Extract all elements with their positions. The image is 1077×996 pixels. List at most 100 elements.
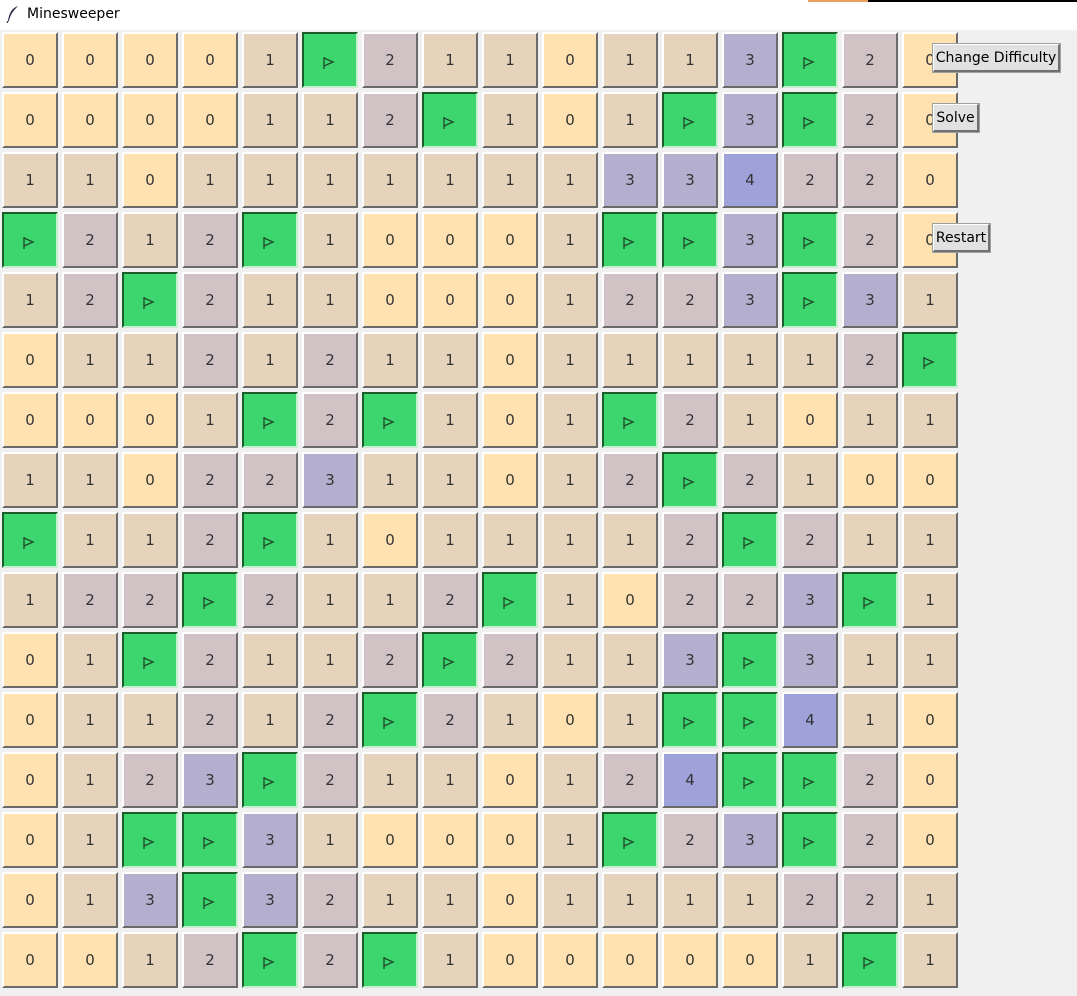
flagged-cell[interactable] xyxy=(2,512,58,568)
flagged-cell[interactable] xyxy=(122,812,178,868)
revealed-cell[interactable]: 2 xyxy=(122,752,178,808)
revealed-cell[interactable]: 2 xyxy=(62,572,118,628)
revealed-cell[interactable]: 2 xyxy=(662,512,718,568)
flagged-cell[interactable] xyxy=(182,812,238,868)
revealed-cell[interactable]: 0 xyxy=(482,332,538,388)
revealed-cell[interactable]: 1 xyxy=(902,272,958,328)
revealed-cell[interactable]: 0 xyxy=(122,152,178,208)
revealed-cell[interactable]: 1 xyxy=(602,92,658,148)
revealed-cell[interactable]: 0 xyxy=(482,392,538,448)
revealed-cell[interactable]: 1 xyxy=(302,272,358,328)
revealed-cell[interactable]: 1 xyxy=(902,572,958,628)
revealed-cell[interactable]: 1 xyxy=(482,152,538,208)
revealed-cell[interactable]: 1 xyxy=(62,632,118,688)
revealed-cell[interactable]: 1 xyxy=(602,632,658,688)
revealed-cell[interactable]: 2 xyxy=(242,452,298,508)
flagged-cell[interactable] xyxy=(242,512,298,568)
revealed-cell[interactable]: 2 xyxy=(662,572,718,628)
revealed-cell[interactable]: 1 xyxy=(782,932,838,988)
revealed-cell[interactable]: 1 xyxy=(242,632,298,688)
revealed-cell[interactable]: 2 xyxy=(662,392,718,448)
revealed-cell[interactable]: 1 xyxy=(422,392,478,448)
revealed-cell[interactable]: 1 xyxy=(542,572,598,628)
revealed-cell[interactable]: 1 xyxy=(122,212,178,268)
revealed-cell[interactable]: 1 xyxy=(482,512,538,568)
revealed-cell[interactable]: 1 xyxy=(2,272,58,328)
revealed-cell[interactable]: 1 xyxy=(2,572,58,628)
revealed-cell[interactable]: 3 xyxy=(242,812,298,868)
revealed-cell[interactable]: 0 xyxy=(422,812,478,868)
flagged-cell[interactable] xyxy=(842,572,898,628)
revealed-cell[interactable]: 1 xyxy=(302,92,358,148)
flagged-cell[interactable] xyxy=(242,392,298,448)
revealed-cell[interactable]: 3 xyxy=(182,752,238,808)
revealed-cell[interactable]: 1 xyxy=(602,32,658,88)
revealed-cell[interactable]: 1 xyxy=(182,392,238,448)
flagged-cell[interactable] xyxy=(602,812,658,868)
revealed-cell[interactable]: 1 xyxy=(242,152,298,208)
revealed-cell[interactable]: 0 xyxy=(602,932,658,988)
revealed-cell[interactable]: 2 xyxy=(842,32,898,88)
revealed-cell[interactable]: 1 xyxy=(62,512,118,568)
flagged-cell[interactable] xyxy=(242,932,298,988)
revealed-cell[interactable]: 1 xyxy=(542,392,598,448)
revealed-cell[interactable]: 1 xyxy=(602,332,658,388)
revealed-cell[interactable]: 1 xyxy=(602,692,658,748)
revealed-cell[interactable]: 1 xyxy=(542,212,598,268)
revealed-cell[interactable]: 1 xyxy=(242,272,298,328)
revealed-cell[interactable]: 0 xyxy=(542,692,598,748)
revealed-cell[interactable]: 1 xyxy=(542,872,598,928)
revealed-cell[interactable]: 3 xyxy=(602,152,658,208)
revealed-cell[interactable]: 1 xyxy=(482,92,538,148)
revealed-cell[interactable]: 2 xyxy=(662,812,718,868)
flagged-cell[interactable] xyxy=(722,692,778,748)
revealed-cell[interactable]: 2 xyxy=(722,452,778,508)
revealed-cell[interactable]: 0 xyxy=(542,32,598,88)
flagged-cell[interactable] xyxy=(602,392,658,448)
revealed-cell[interactable]: 0 xyxy=(122,452,178,508)
revealed-cell[interactable]: 0 xyxy=(902,692,958,748)
revealed-cell[interactable]: 0 xyxy=(2,92,58,148)
revealed-cell[interactable]: 0 xyxy=(482,752,538,808)
revealed-cell[interactable]: 1 xyxy=(302,812,358,868)
flagged-cell[interactable] xyxy=(2,212,58,268)
revealed-cell[interactable]: 1 xyxy=(362,752,418,808)
flagged-cell[interactable] xyxy=(782,92,838,148)
revealed-cell[interactable]: 4 xyxy=(722,152,778,208)
revealed-cell[interactable]: 1 xyxy=(242,32,298,88)
flagged-cell[interactable] xyxy=(902,332,958,388)
revealed-cell[interactable]: 1 xyxy=(302,152,358,208)
revealed-cell[interactable]: 0 xyxy=(182,92,238,148)
revealed-cell[interactable]: 1 xyxy=(842,512,898,568)
revealed-cell[interactable]: 2 xyxy=(362,32,418,88)
revealed-cell[interactable]: 1 xyxy=(362,332,418,388)
revealed-cell[interactable]: 2 xyxy=(302,872,358,928)
revealed-cell[interactable]: 1 xyxy=(122,332,178,388)
revealed-cell[interactable]: 1 xyxy=(122,692,178,748)
revealed-cell[interactable]: 0 xyxy=(122,392,178,448)
revealed-cell[interactable]: 1 xyxy=(242,692,298,748)
revealed-cell[interactable]: 2 xyxy=(602,272,658,328)
revealed-cell[interactable]: 0 xyxy=(902,452,958,508)
revealed-cell[interactable]: 2 xyxy=(842,92,898,148)
revealed-cell[interactable]: 2 xyxy=(422,572,478,628)
revealed-cell[interactable]: 1 xyxy=(62,812,118,868)
revealed-cell[interactable]: 0 xyxy=(782,392,838,448)
flagged-cell[interactable] xyxy=(362,932,418,988)
revealed-cell[interactable]: 1 xyxy=(62,692,118,748)
revealed-cell[interactable]: 0 xyxy=(542,932,598,988)
revealed-cell[interactable]: 0 xyxy=(602,572,658,628)
revealed-cell[interactable]: 1 xyxy=(542,452,598,508)
flagged-cell[interactable] xyxy=(842,932,898,988)
revealed-cell[interactable]: 1 xyxy=(602,512,658,568)
revealed-cell[interactable]: 1 xyxy=(902,872,958,928)
flagged-cell[interactable] xyxy=(602,212,658,268)
revealed-cell[interactable]: 1 xyxy=(662,32,718,88)
revealed-cell[interactable]: 1 xyxy=(662,872,718,928)
flagged-cell[interactable] xyxy=(242,212,298,268)
flagged-cell[interactable] xyxy=(782,812,838,868)
flagged-cell[interactable] xyxy=(782,212,838,268)
revealed-cell[interactable]: 3 xyxy=(302,452,358,508)
solve-button[interactable]: Solve xyxy=(932,103,980,133)
revealed-cell[interactable]: 0 xyxy=(362,812,418,868)
